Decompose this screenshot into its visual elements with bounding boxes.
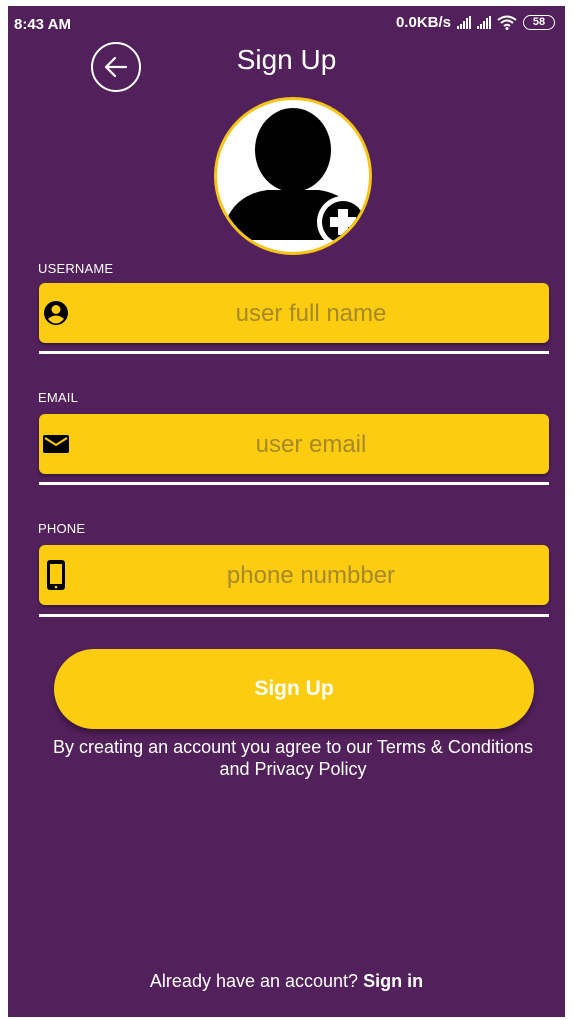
signin-link[interactable]: Sign in <box>363 971 423 991</box>
avatar-picker[interactable] <box>214 97 372 255</box>
mobile-phone-icon <box>41 559 71 591</box>
signin-row: Already have an account? Sign in <box>8 971 565 992</box>
signup-button[interactable]: Sign Up <box>54 649 534 729</box>
signal-icon <box>457 16 471 29</box>
page-title-text: Sign Up <box>236 44 337 75</box>
battery-icon: 58 <box>523 15 555 30</box>
user-circle-icon <box>41 297 71 329</box>
envelope-icon <box>41 428 71 460</box>
username-underline <box>39 351 549 354</box>
status-time: 8:43 AM <box>14 16 71 33</box>
phone-underline <box>39 614 549 617</box>
back-button[interactable] <box>91 42 141 92</box>
email-field[interactable] <box>39 414 549 476</box>
email-underline <box>39 482 549 485</box>
phone-label: PHONE <box>38 521 86 536</box>
username-field[interactable] <box>39 283 549 345</box>
status-bar: 8:43 AM 0.0KB/s 58 <box>8 6 565 36</box>
signal-icon <box>477 16 491 29</box>
signup-screen: 8:43 AM 0.0KB/s 58 Sign Up USERNAME user… <box>8 6 565 1017</box>
username-label: USERNAME <box>38 261 114 276</box>
network-speed: 0.0KB/s <box>395 14 451 31</box>
arrow-left-icon <box>104 56 128 78</box>
status-icons: 0.0KB/s 58 <box>396 14 555 31</box>
email-input[interactable] <box>79 414 543 476</box>
phone-input[interactable] <box>79 545 543 607</box>
terms-text: By creating an account you agree to our … <box>53 737 533 779</box>
wifi-icon <box>497 15 517 30</box>
signin-prompt: Already have an account? <box>149 971 364 991</box>
username-input[interactable] <box>79 283 543 345</box>
phone-field[interactable] <box>39 545 549 607</box>
email-label: EMAIL <box>38 390 79 405</box>
plus-circle-icon <box>317 196 369 248</box>
